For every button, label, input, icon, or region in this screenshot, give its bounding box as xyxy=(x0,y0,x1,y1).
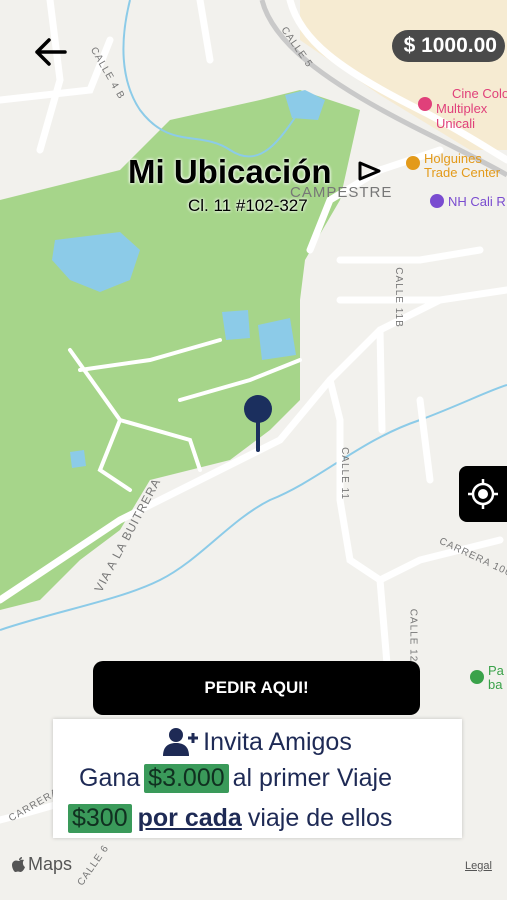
invite-title-label: Invita Amigos xyxy=(203,727,352,756)
maps-label: Maps xyxy=(28,854,73,874)
add-user-icon xyxy=(163,728,199,756)
cinema-icon xyxy=(418,97,432,111)
invite-each-trip-row: $300 por cada viaje de ellos xyxy=(68,804,392,833)
location-arrow-icon[interactable] xyxy=(357,160,383,188)
location-title[interactable]: Mi Ubicación xyxy=(128,153,332,191)
poi-cinema[interactable]: Cine ColonMultiplexUnicali xyxy=(418,86,507,131)
apple-icon xyxy=(12,856,25,872)
balance-badge: $ 1000.00 xyxy=(391,30,505,62)
invite-friends-card[interactable]: Invita Amigos Gana $3.000 al primer Viaj… xyxy=(53,719,462,838)
park-icon xyxy=(470,670,484,684)
location-address: Cl. 11 #102-327 xyxy=(188,196,308,215)
my-location-button[interactable] xyxy=(459,466,507,522)
apple-maps-logo: Maps xyxy=(12,854,72,875)
invite-first-trip-row: Gana $3.000 al primer Viaje xyxy=(79,764,392,793)
crosshair-icon xyxy=(468,479,498,509)
per-trip-link[interactable]: por cada xyxy=(138,804,242,833)
map-pin-icon xyxy=(242,394,274,454)
legal-link[interactable]: Legal xyxy=(465,860,492,872)
back-button[interactable] xyxy=(28,30,72,74)
invite-title[interactable]: Invita Amigos xyxy=(53,727,462,757)
street-label: CALLE 11B xyxy=(392,267,404,328)
each-trip-amount: $300 xyxy=(68,804,132,833)
order-here-button[interactable]: PEDIR AQUI! xyxy=(93,661,420,715)
poi-hotel[interactable]: NH Cali R xyxy=(430,194,506,209)
hotel-icon xyxy=(430,194,444,208)
shopping-icon xyxy=(406,156,420,170)
each-trip-label: viaje de ellos xyxy=(247,804,393,832)
street-label: CALLE 12 xyxy=(407,608,419,663)
arrow-left-icon xyxy=(35,38,67,66)
poi-holguines[interactable]: Holguines Trade Center xyxy=(406,152,500,180)
first-trip-amount: $3.000 xyxy=(144,764,229,793)
poi-park[interactable]: Pa ba xyxy=(470,664,504,692)
invite-earn-label: Gana xyxy=(79,764,141,792)
first-trip-label: al primer Viaje xyxy=(232,764,392,792)
street-label: CALLE 11 xyxy=(338,447,350,500)
